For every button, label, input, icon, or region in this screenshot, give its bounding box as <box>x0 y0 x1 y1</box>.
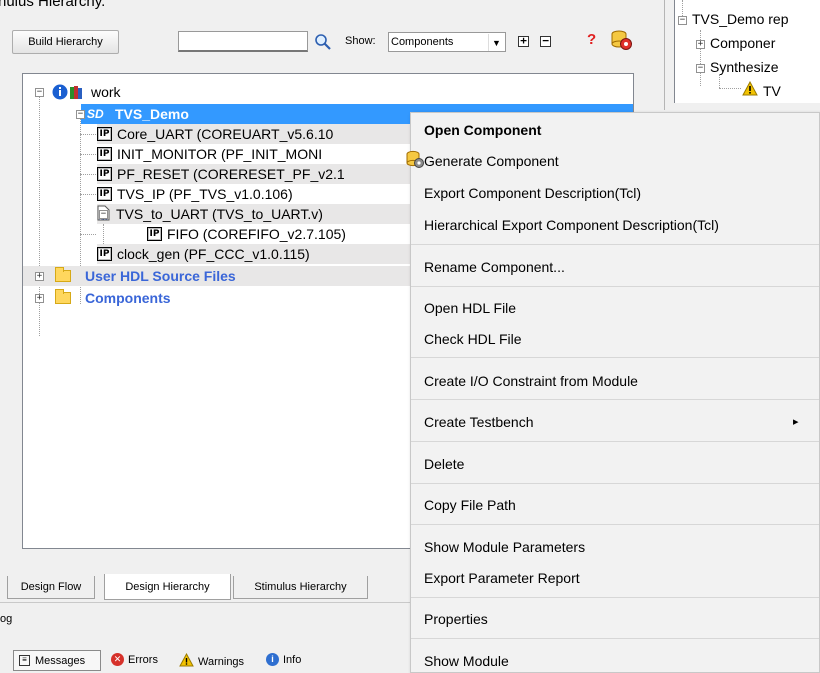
menu-item-create-io-constraint[interactable]: Create I/O Constraint from Module <box>424 373 638 389</box>
tree-label: User HDL Source Files <box>85 268 236 284</box>
show-select-value: Components <box>391 36 454 48</box>
menu-item-show-module-parameters[interactable]: Show Module Parameters <box>424 539 585 555</box>
info-label: Info <box>283 653 302 666</box>
expand-all-icon[interactable]: + <box>518 35 529 47</box>
errors-filter[interactable]: ✕ Errors <box>111 653 158 666</box>
ip-core-icon: IP <box>97 247 112 261</box>
folder-icon <box>55 289 71 304</box>
page-title: nulus Hierarchy. <box>0 0 106 10</box>
tab-stimulus-hierarchy[interactable]: Stimulus Hierarchy <box>233 576 368 599</box>
menu-item-export-component-description[interactable]: Export Component Description(Tcl) <box>424 185 641 201</box>
tree-label: Core_UART (COREUART_v5.6.10 <box>117 126 334 142</box>
menu-item-show-module[interactable]: Show Module <box>424 653 509 669</box>
tree-row-work[interactable]: − work <box>23 82 633 102</box>
tab-design-flow[interactable]: Design Flow <box>7 576 95 599</box>
divider <box>0 602 410 603</box>
show-select[interactable]: Components ▼ <box>388 32 506 52</box>
messages-label: Messages <box>35 654 86 667</box>
tree-label: TVS_Demo <box>115 106 189 122</box>
log-label: og <box>0 613 13 625</box>
right-tree-item[interactable]: Componer <box>710 35 775 51</box>
collapse-all-icon[interactable]: − <box>540 35 551 47</box>
ip-core-icon: IP <box>97 147 112 161</box>
menu-separator <box>411 597 819 598</box>
search-icon[interactable] <box>314 33 332 51</box>
ip-core-icon: IP <box>97 127 112 141</box>
menu-item-open-hdl-file[interactable]: Open HDL File <box>424 300 516 316</box>
errors-label: Errors <box>128 653 158 666</box>
menu-item-create-testbench[interactable]: Create Testbench <box>424 414 533 430</box>
menu-separator <box>411 638 819 639</box>
folder-icon <box>55 267 71 282</box>
menu-item-export-parameter-report[interactable]: Export Parameter Report <box>424 570 580 586</box>
menu-item-delete[interactable]: Delete <box>424 456 464 472</box>
messages-button[interactable]: ≡ Messages <box>13 650 101 671</box>
generate-component-icon <box>405 149 425 169</box>
tree-label: work <box>91 84 121 100</box>
expand-icon[interactable]: + <box>35 272 44 281</box>
tree-label: Components <box>85 290 171 306</box>
tree-label: TVS_IP (PF_TVS_v1.0.106) <box>117 186 293 202</box>
menu-item-generate-component[interactable]: Generate Component <box>424 153 559 169</box>
right-tree-panel: − TVS_Demo rep + Componer − Synthesize T… <box>674 0 820 103</box>
ip-core-icon: IP <box>97 187 112 201</box>
help-icon[interactable]: ? <box>587 31 596 48</box>
smartdesign-icon: SD <box>87 107 104 121</box>
info-library-icon <box>52 84 86 103</box>
collapse-icon[interactable]: − <box>99 210 108 219</box>
menu-item-copy-file-path[interactable]: Copy File Path <box>424 497 516 513</box>
menu-item-hierarchical-export[interactable]: Hierarchical Export Component Descriptio… <box>424 217 719 233</box>
menu-separator <box>411 399 819 400</box>
menu-item-properties[interactable]: Properties <box>424 611 488 627</box>
info-icon: i <box>266 653 279 666</box>
tree-label: TVS_to_UART (TVS_to_UART.v) <box>116 206 323 222</box>
ip-core-icon: IP <box>97 167 112 181</box>
error-icon: ✕ <box>111 653 124 666</box>
build-hierarchy-button[interactable]: Build Hierarchy <box>12 30 119 54</box>
ip-core-icon: IP <box>147 227 162 241</box>
warnings-filter[interactable]: Warnings <box>179 652 245 670</box>
collapse-icon[interactable]: − <box>678 16 687 25</box>
collapse-icon[interactable]: − <box>35 88 44 97</box>
splitter[interactable] <box>664 0 665 110</box>
menu-item-check-hdl-file[interactable]: Check HDL File <box>424 331 522 347</box>
right-tree-item[interactable]: Synthesize <box>710 59 778 75</box>
menu-separator <box>411 286 819 287</box>
right-tree-item[interactable]: TVS_Demo rep <box>692 11 788 27</box>
search-input[interactable] <box>178 31 308 52</box>
expand-icon[interactable]: + <box>696 40 705 49</box>
tab-design-hierarchy[interactable]: Design Hierarchy <box>104 574 231 600</box>
collapse-icon[interactable]: − <box>696 64 705 73</box>
show-label: Show: <box>345 35 376 47</box>
info-filter[interactable]: i Info <box>266 653 301 666</box>
collapse-icon[interactable]: − <box>76 110 85 119</box>
menu-separator <box>411 483 819 484</box>
tree-label: FIFO (COREFIFO_v2.7.105) <box>167 226 346 242</box>
menu-separator <box>411 524 819 525</box>
list-icon: ≡ <box>19 655 30 666</box>
tree-label: clock_gen (PF_CCC_v1.0.115) <box>117 246 310 262</box>
submenu-arrow-icon: ▸ <box>793 416 799 428</box>
warnings-label: Warnings <box>198 655 245 668</box>
menu-separator <box>411 244 819 245</box>
menu-separator <box>411 441 819 442</box>
expand-icon[interactable]: + <box>35 294 44 303</box>
warning-icon <box>742 80 758 96</box>
menu-item-rename-component[interactable]: Rename Component... <box>424 259 565 275</box>
chevron-down-icon[interactable]: ▼ <box>488 34 504 51</box>
right-tree-item[interactable]: TV <box>763 83 781 99</box>
tree-label: INIT_MONITOR (PF_INIT_MONI <box>117 146 323 162</box>
warning-icon <box>179 652 194 670</box>
menu-item-open-component[interactable]: Open Component <box>424 122 541 138</box>
settings-database-icon[interactable] <box>610 28 634 52</box>
context-menu: Open Component Generate Component Export… <box>406 112 820 673</box>
tree-label: PF_RESET (CORERESET_PF_v2.1 <box>117 166 345 182</box>
menu-separator <box>411 357 819 358</box>
